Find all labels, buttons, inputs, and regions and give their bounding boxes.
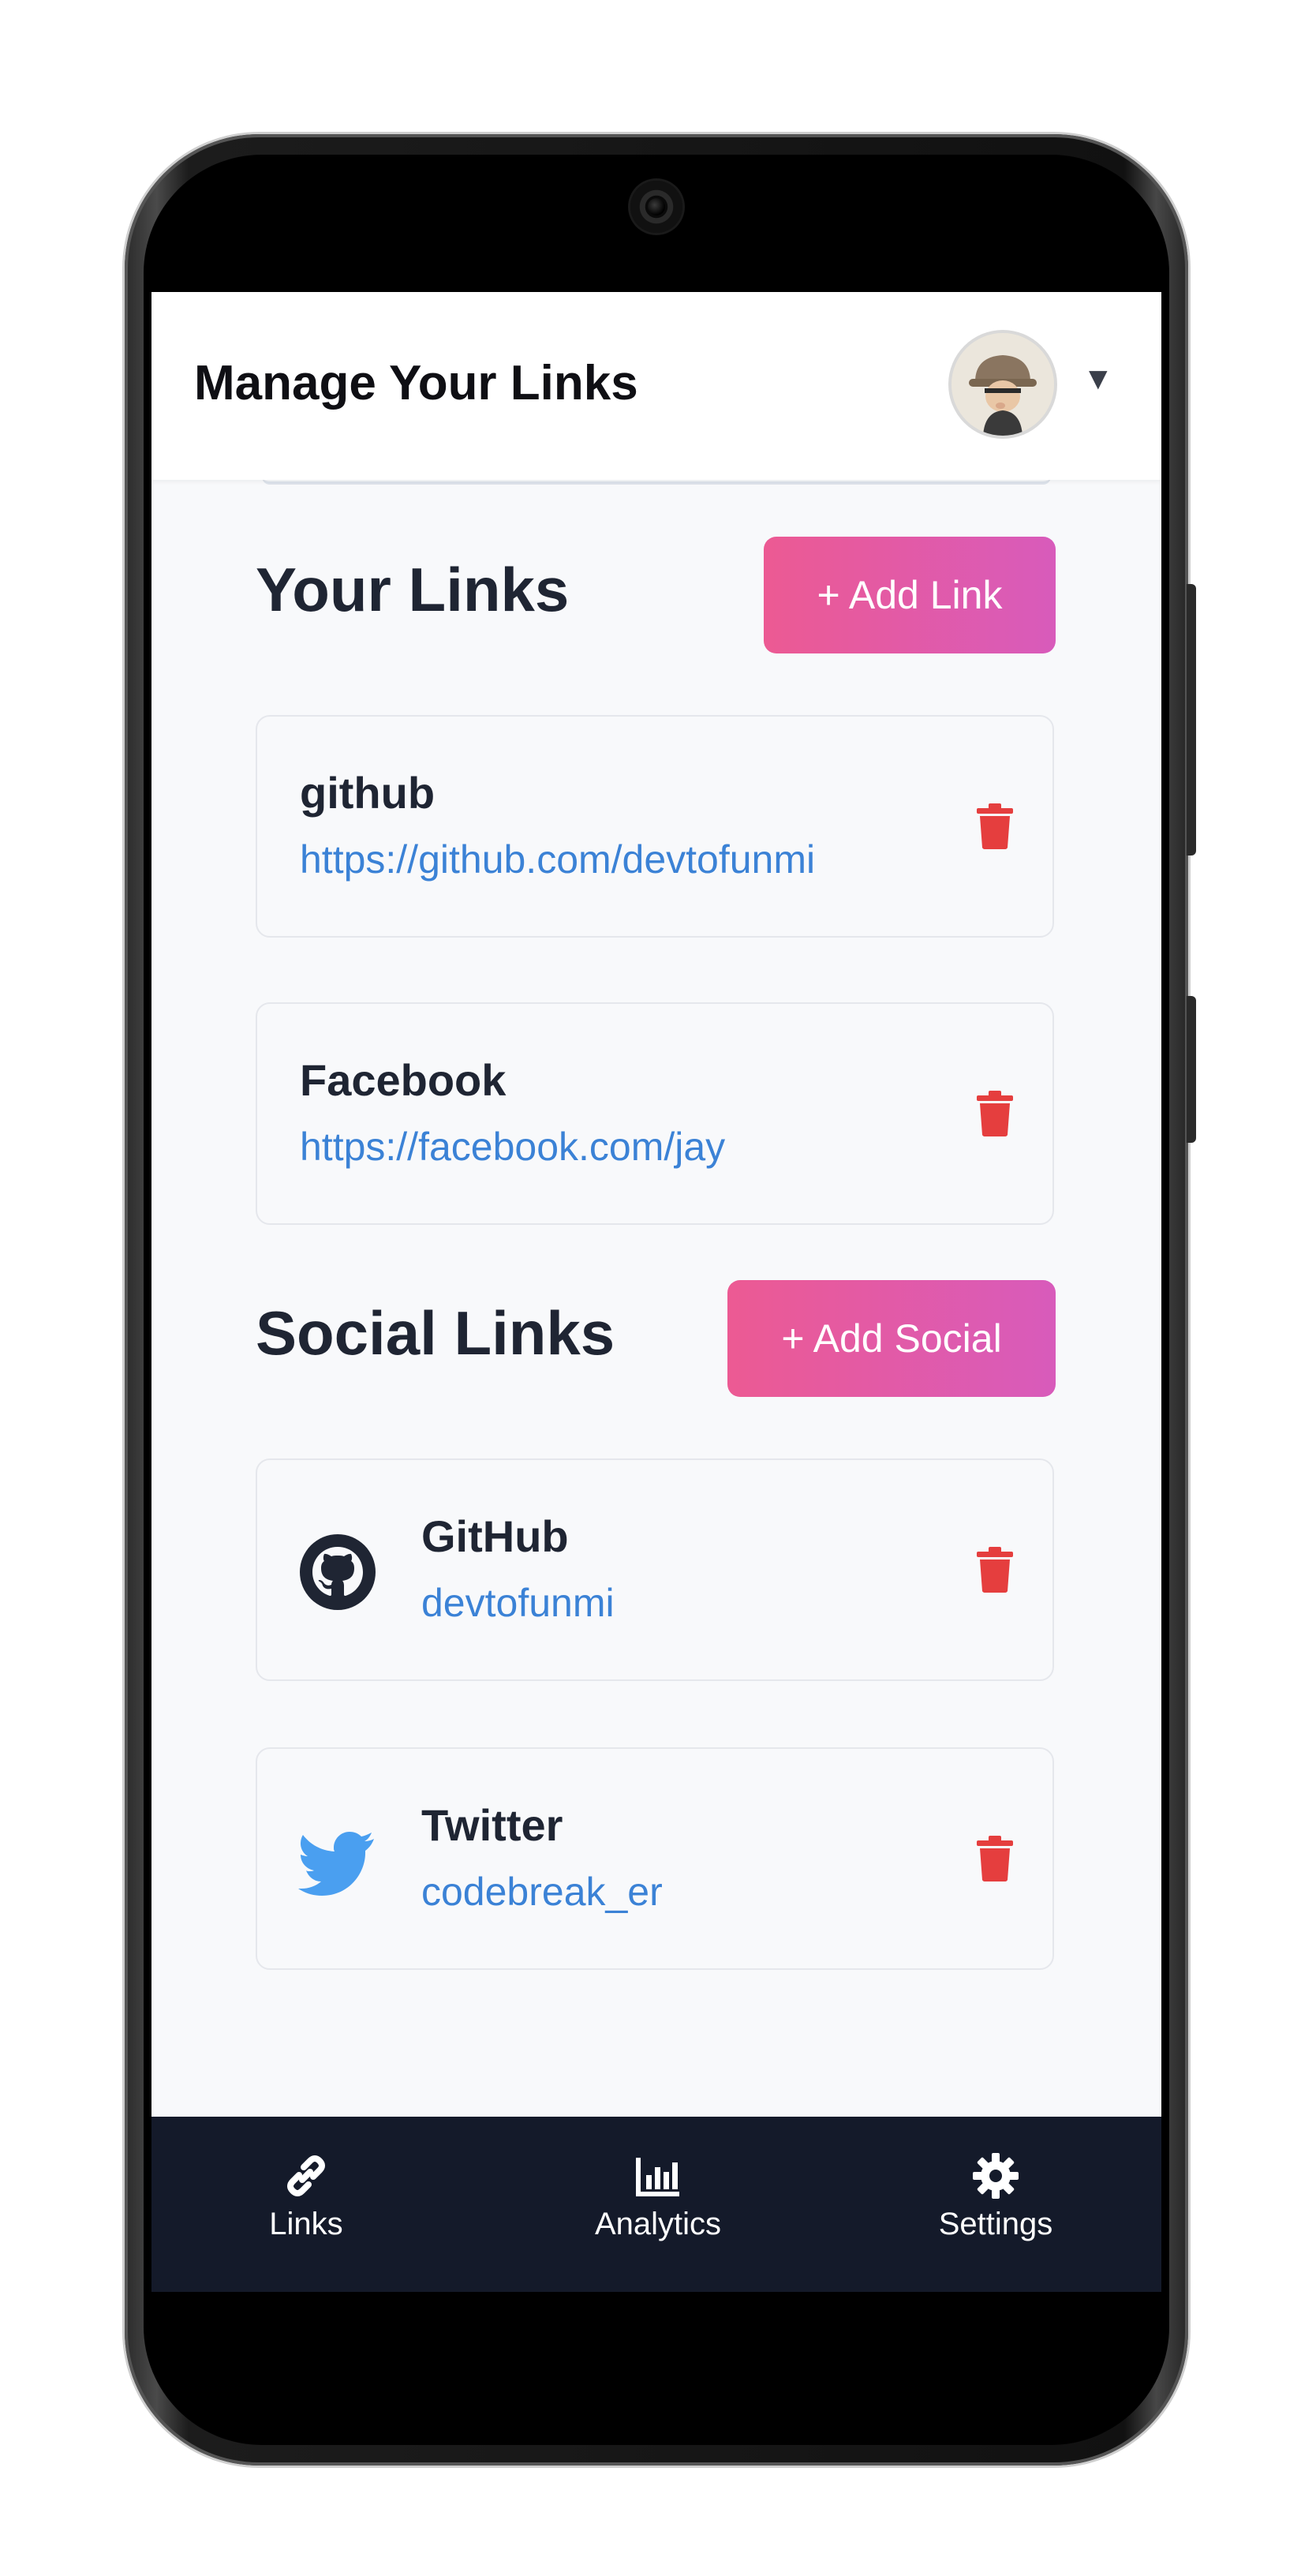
trash-icon[interactable] bbox=[977, 803, 1013, 849]
avatar[interactable] bbox=[951, 333, 1054, 436]
link-title: github bbox=[300, 768, 436, 818]
app-screen: Manage Your Links ▼ Your Links + Add Lin… bbox=[151, 292, 1161, 2292]
link-url[interactable]: https://facebook.com/jay bbox=[300, 1124, 725, 1170]
nav-item-links[interactable]: Links bbox=[251, 2151, 361, 2242]
avatar-image bbox=[951, 333, 1054, 436]
nav-item-settings[interactable]: Settings bbox=[909, 2151, 1082, 2242]
link-card: github https://github.com/devtofunmi bbox=[256, 715, 1054, 938]
trash-icon[interactable] bbox=[977, 1091, 1013, 1136]
social-platform: GitHub bbox=[421, 1511, 569, 1561]
page-title: Manage Your Links bbox=[194, 356, 638, 410]
link-icon bbox=[287, 2155, 325, 2196]
link-title: Facebook bbox=[300, 1055, 507, 1105]
trash-icon[interactable] bbox=[977, 1547, 1013, 1593]
account-menu-caret[interactable]: ▼ bbox=[1082, 361, 1114, 397]
link-card: Facebook https://facebook.com/jay bbox=[256, 1002, 1054, 1225]
your-links-heading: Your Links bbox=[256, 555, 570, 624]
front-camera bbox=[630, 181, 682, 233]
nav-label: Links bbox=[269, 2207, 343, 2241]
twitter-icon bbox=[298, 1832, 374, 1896]
volume-button bbox=[1187, 584, 1196, 856]
social-platform: Twitter bbox=[421, 1800, 563, 1850]
nav-label: Analytics bbox=[594, 2207, 722, 2241]
link-url[interactable]: https://github.com/devtofunmi bbox=[300, 837, 815, 882]
add-social-button[interactable]: + Add Social bbox=[727, 1280, 1056, 1397]
social-card: Twitter codebreak_er bbox=[256, 1747, 1054, 1970]
github-icon bbox=[300, 1534, 376, 1610]
social-handle[interactable]: devtofunmi bbox=[421, 1580, 615, 1626]
gear-icon bbox=[973, 2153, 1019, 2199]
power-button bbox=[1187, 996, 1196, 1143]
social-card: GitHub devtofunmi bbox=[256, 1458, 1054, 1681]
social-links-heading: Social Links bbox=[256, 1298, 615, 1368]
bar-chart-icon bbox=[636, 2158, 679, 2196]
bottom-nav: Links Analytics Settings bbox=[151, 2117, 1161, 2292]
trash-icon[interactable] bbox=[977, 1836, 1013, 1881]
add-link-button[interactable]: + Add Link bbox=[764, 537, 1056, 653]
nav-label: Settings bbox=[938, 2207, 1053, 2241]
top-bar: Manage Your Links ▼ bbox=[151, 292, 1161, 480]
social-handle[interactable]: codebreak_er bbox=[421, 1869, 663, 1915]
nav-item-analytics[interactable]: Analytics bbox=[563, 2151, 753, 2242]
